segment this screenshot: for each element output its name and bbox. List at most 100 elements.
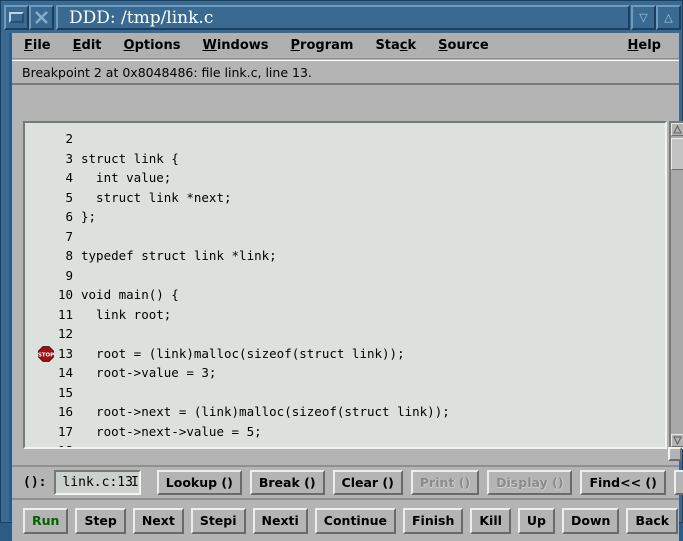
line-number: 2 (25, 129, 81, 149)
line-number: 14 (25, 363, 81, 383)
find-forward-button[interactable]: Find>> () (674, 470, 683, 495)
find-back-button[interactable]: Find<< () (580, 470, 665, 495)
line-text: root->value = 3; (81, 363, 665, 383)
line-number: 15 (25, 383, 81, 403)
menu-item-program[interactable]: Program (291, 38, 354, 53)
argument-buttons: Lookup () Break () Clear () Print () Display… (141, 470, 683, 495)
source-line[interactable]: 2 (25, 129, 665, 149)
argument-input-value: link.c:13 (62, 475, 132, 490)
up-button[interactable]: Up (518, 508, 555, 534)
clear-button[interactable]: Clear () (333, 470, 403, 495)
line-number: 18 (25, 441, 81, 449)
text-cursor-icon: I (131, 475, 139, 490)
menu-item-source[interactable]: Source (438, 38, 489, 53)
source-line[interactable]: 4 int value; (25, 168, 665, 188)
menu-item-windows[interactable]: Windows (202, 38, 268, 53)
finish-button[interactable]: Finish (403, 508, 463, 534)
client-area: File Edit Options Windows Program Stack … (9, 33, 679, 521)
line-text: int value; (81, 168, 665, 188)
line-number: 9 (25, 266, 81, 286)
menu-item-file[interactable]: File (24, 38, 51, 53)
line-text: }; (81, 207, 665, 227)
raise-window-icon[interactable]: △ (656, 5, 681, 30)
status-line: Breakpoint 2 at 0x8048486: file link.c, … (12, 60, 679, 85)
nexti-button[interactable]: Nexti (253, 508, 308, 534)
line-text: root->next->value = 5; (81, 422, 665, 442)
source-line[interactable]: 18 (25, 441, 665, 449)
svg-text:STOP: STOP (38, 352, 54, 358)
source-line[interactable]: STOP13 root = (link)malloc(sizeof(struct… (25, 344, 665, 364)
line-number: 8 (25, 246, 81, 266)
source-vertical-scrollbar[interactable] (669, 121, 683, 449)
down-button[interactable]: Down (562, 508, 619, 534)
back-button[interactable]: Back (626, 508, 678, 534)
line-number: 16 (25, 402, 81, 422)
argument-row: (): link.c:13I Lookup () Break () Clear ()… (12, 465, 679, 498)
source-line[interactable]: 17 root->next->value = 5; (25, 422, 665, 442)
source-line[interactable]: 14 root->value = 3; (25, 363, 665, 383)
source-line[interactable]: 12 (25, 324, 665, 344)
source-window: 23struct link {4 int value;5 struct link… (12, 87, 679, 465)
minimize-icon[interactable] (4, 5, 29, 30)
source-line[interactable]: 6}; (25, 207, 665, 227)
source-code-text[interactable]: 23struct link {4 int value;5 struct link… (25, 123, 665, 447)
menu-item-stack[interactable]: Stack (375, 38, 416, 53)
run-button[interactable]: Run (23, 508, 68, 534)
line-number: 12 (25, 324, 81, 344)
line-text: typedef struct link *link; (81, 246, 665, 266)
menu-item-help[interactable]: Help (628, 38, 661, 53)
line-number: 4 (25, 168, 81, 188)
scrollbar-trough[interactable] (671, 136, 683, 434)
source-line[interactable]: 7 (25, 227, 665, 247)
line-number: 7 (25, 227, 81, 247)
scroll-down-arrow-icon[interactable] (671, 434, 683, 447)
source-line[interactable]: 10void main() { (25, 285, 665, 305)
command-toolbar: Run Step Next Stepi Nexti Continue Finish Kill U… (12, 498, 679, 541)
argument-input[interactable]: link.c:13I (54, 470, 140, 495)
next-button[interactable]: Next (133, 508, 184, 534)
source-line[interactable]: 11 link root; (25, 305, 665, 325)
source-resize-grip[interactable] (668, 447, 682, 461)
scroll-up-arrow-icon[interactable] (671, 123, 683, 136)
line-text: link root; (81, 305, 665, 325)
continue-button[interactable]: Continue (315, 508, 396, 534)
line-number: 3 (25, 149, 81, 169)
break-button[interactable]: Break () (250, 470, 325, 495)
line-text: root = (link)malloc(sizeof(struct link))… (81, 344, 665, 364)
source-line[interactable]: 15 (25, 383, 665, 403)
display-button: Display () (487, 470, 572, 495)
line-text: struct link { (81, 149, 665, 169)
source-line[interactable]: 9 (25, 266, 665, 286)
lower-window-icon[interactable]: ▽ (631, 5, 656, 30)
line-number: 6 (25, 207, 81, 227)
line-number: 11 (25, 305, 81, 325)
source-line[interactable]: 5 struct link *next; (25, 188, 665, 208)
source-code-frame[interactable]: 23struct link {4 int value;5 struct link… (23, 121, 667, 449)
source-toolbar-spacer (12, 87, 679, 121)
close-icon[interactable] (29, 5, 54, 30)
window-title: DDD: /tmp/link.c (69, 8, 213, 28)
line-number: 10 (25, 285, 81, 305)
window-title-container: DDD: /tmp/link.c (56, 5, 630, 30)
menu-item-edit[interactable]: Edit (73, 38, 102, 53)
line-number: 17 (25, 422, 81, 442)
step-button[interactable]: Step (75, 508, 125, 534)
window-titlebar: DDD: /tmp/link.c ▽ △ (4, 4, 681, 31)
print-button: Print () (411, 470, 479, 495)
line-text: root->next = (link)malloc(sizeof(struct … (81, 402, 665, 422)
menu-item-options[interactable]: Options (124, 38, 181, 53)
source-line[interactable]: 8typedef struct link *link; (25, 246, 665, 266)
menu-bar: File Edit Options Windows Program Stack … (12, 33, 679, 59)
kill-button[interactable]: Kill (470, 508, 511, 534)
line-text: struct link *next; (81, 188, 665, 208)
status-message: Breakpoint 2 at 0x8048486: file link.c, … (22, 65, 312, 80)
stepi-button[interactable]: Stepi (191, 508, 246, 534)
line-text: void main() { (81, 285, 665, 305)
line-number: 5 (25, 188, 81, 208)
scrollbar-thumb[interactable] (671, 138, 683, 170)
ddd-main-window: DDD: /tmp/link.c ▽ △ File Edit Options W… (0, 0, 683, 523)
argument-label: (): (23, 475, 46, 490)
source-line[interactable]: 3struct link { (25, 149, 665, 169)
source-line[interactable]: 16 root->next = (link)malloc(sizeof(stru… (25, 402, 665, 422)
lookup-button[interactable]: Lookup () (157, 470, 242, 495)
